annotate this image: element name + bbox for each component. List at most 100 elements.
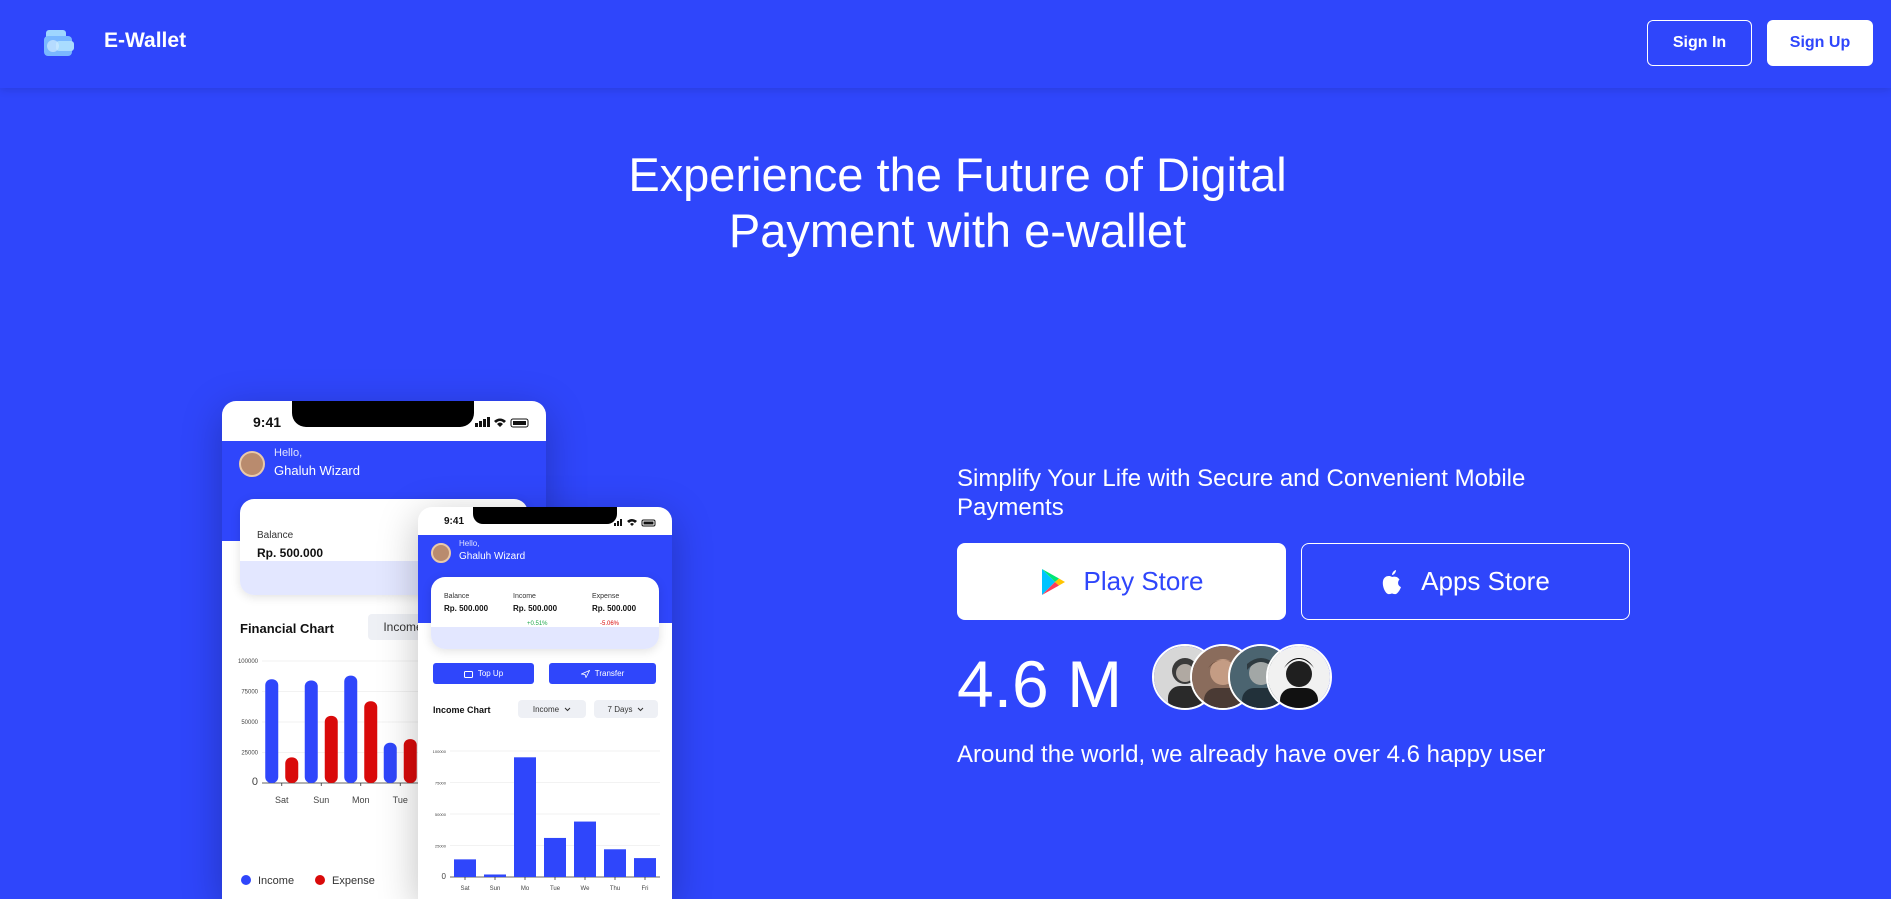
status-time: 9:41	[253, 414, 282, 430]
bar-expense-sun	[324, 715, 338, 783]
x-tick-label: Tue	[550, 886, 561, 892]
hero-title: Experience the Future of Digital Payment…	[545, 147, 1370, 259]
chevron-down-icon	[564, 707, 571, 711]
navbar: E-Wallet Sign In Sign Up	[0, 0, 1891, 88]
hero-title-line-1: Experience the Future of Digital	[628, 148, 1287, 201]
chart-filter-dropdown[interactable]: Income	[518, 700, 586, 718]
legend-income-swatch	[241, 875, 251, 885]
balance-label: Balance	[257, 530, 294, 541]
bar-expense-tue	[403, 739, 417, 783]
bar-income-mon	[344, 675, 358, 783]
y-tick-label: 100000	[433, 749, 447, 754]
avatar	[1266, 644, 1332, 710]
x-tick-label: Thu	[610, 886, 620, 892]
status-icons	[475, 417, 529, 428]
chart-filter-label: Income	[532, 704, 560, 714]
balance-label: Balance	[444, 593, 470, 600]
status-icons	[614, 519, 656, 527]
bar-value-sun	[484, 874, 506, 877]
top-up-button[interactable]: Top Up	[433, 663, 534, 684]
sign-up-button[interactable]: Sign Up	[1767, 20, 1873, 66]
expense-change: -5.06%	[600, 621, 620, 627]
phone-mockup-front: 9:41 Hello, Ghaluh Wizard Balance Rp. 50…	[418, 507, 672, 899]
y-tick-label: 75000	[241, 690, 258, 696]
x-tick-label: Sat	[275, 795, 289, 805]
income-chart: 0 25000 50000 75000 100000 Sat Sun Mo Tue We Thu Fr…	[433, 749, 660, 892]
summary-card: Balance Rp. 500.000 Income Rp. 500.000 +…	[431, 577, 659, 649]
y-tick-label: 25000	[435, 844, 447, 849]
bar-value-tue	[544, 837, 566, 877]
transfer-label: Transfer	[594, 669, 625, 678]
sign-in-button[interactable]: Sign In	[1647, 20, 1752, 66]
top-up-label: Top Up	[477, 669, 504, 678]
legend-expense-swatch	[315, 875, 325, 885]
play-store-button[interactable]: Play Store	[957, 543, 1286, 620]
x-tick-label: Sun	[490, 886, 501, 892]
tagline: Around the world, we already have over 4…	[957, 741, 1546, 768]
chart-filter-label: Income	[383, 620, 423, 634]
status-time: 9:41	[444, 516, 465, 527]
apple-icon	[1382, 569, 1402, 594]
x-tick-label: Mon	[352, 795, 370, 805]
x-tick-label: Fri	[642, 886, 649, 892]
income-label: Income	[513, 593, 536, 600]
avatar	[431, 543, 451, 563]
bar-value-mo	[514, 757, 536, 877]
financial-chart: 0 25000 50000 75000 100000 Sat Sun Mon Tue	[238, 659, 420, 805]
apps-store-button[interactable]: Apps Store	[1301, 543, 1630, 620]
brand-name[interactable]: E-Wallet	[104, 29, 186, 53]
income-change: +0.51%	[527, 621, 548, 627]
wallet-logo-icon[interactable]	[42, 26, 76, 60]
user-avatars	[1152, 644, 1332, 710]
x-tick-label: Sun	[313, 795, 329, 805]
legend-expense-label: Expense	[332, 875, 375, 887]
y-tick-label: 50000	[241, 720, 258, 726]
chart-title: Financial Chart	[240, 621, 334, 636]
x-tick-label: Mo	[521, 886, 530, 892]
wallet-icon	[463, 670, 473, 678]
apps-store-label: Apps Store	[1421, 566, 1550, 596]
bar-value-fri	[634, 858, 656, 877]
greeting: Hello,	[459, 539, 480, 548]
y-tick-label: 50000	[435, 812, 447, 817]
y-tick-label: 0	[442, 872, 447, 881]
bar-value-sat	[454, 859, 476, 877]
bar-income-sat	[265, 679, 279, 783]
chart-legend: Income Expense	[241, 875, 375, 887]
y-tick-label: 75000	[435, 781, 447, 786]
bar-expense-sat	[285, 757, 299, 783]
phone-notch	[292, 401, 474, 427]
chart-period-dropdown[interactable]: 7 Days	[594, 700, 658, 718]
user-name: Ghaluh Wizard	[274, 463, 360, 478]
bar-expense-mon	[364, 701, 378, 783]
x-tick-label: We	[581, 886, 591, 892]
send-icon	[580, 669, 590, 678]
play-store-icon	[1041, 568, 1065, 595]
income-value: Rp. 500.000	[513, 604, 558, 613]
balance-value: Rp. 500.000	[257, 546, 324, 560]
play-store-label: Play Store	[1083, 566, 1204, 596]
bar-income-sun	[304, 680, 318, 783]
chart-period-label: 7 Days	[607, 704, 633, 714]
transfer-button[interactable]: Transfer	[549, 663, 656, 684]
hero-title-line-2: Payment with e-wallet	[728, 204, 1187, 257]
x-tick-label: Tue	[393, 795, 408, 805]
avatar	[239, 451, 265, 477]
bar-value-we	[574, 821, 596, 877]
users-count: 4.6 M	[957, 647, 1123, 721]
x-tick-label: Sat	[460, 886, 469, 892]
phone-notch	[473, 507, 617, 524]
hero-subtitle: Simplify Your Life with Secure and Conve…	[957, 465, 1526, 521]
greeting: Hello,	[274, 447, 303, 459]
balance-value: Rp. 500.000	[444, 604, 489, 613]
bar-value-thu	[604, 849, 626, 877]
expense-value: Rp. 500.000	[592, 604, 637, 613]
legend-income-label: Income	[258, 875, 294, 887]
chart-title: Income Chart	[433, 705, 491, 715]
phone-header: Hello, Ghaluh Wizard	[418, 535, 672, 571]
bar-income-tue	[383, 742, 397, 783]
expense-label: Expense	[592, 593, 620, 600]
y-tick-label: 0	[252, 776, 258, 788]
y-tick-label: 100000	[238, 659, 259, 665]
user-name: Ghaluh Wizard	[459, 551, 526, 562]
